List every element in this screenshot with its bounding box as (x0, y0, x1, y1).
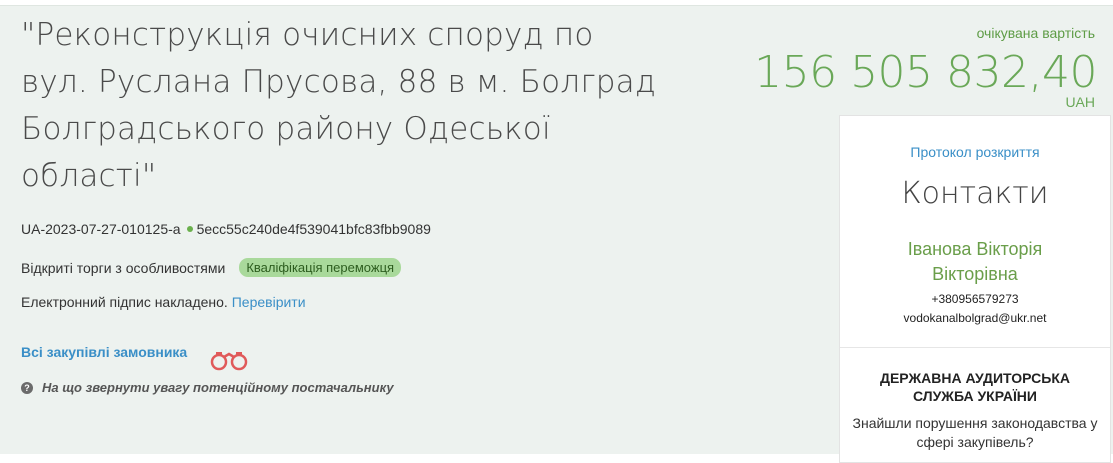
procedure-row: Відкриті торги з особливостями Кваліфіка… (21, 258, 402, 277)
contacts-title: Контакти (901, 176, 1049, 211)
currency-label: UAH (1065, 94, 1095, 110)
all-purchases-link[interactable]: Всі закупівлі замовника (21, 344, 187, 360)
signature-text: Електронний підпис накладено. (21, 294, 228, 310)
tender-identifiers: UA-2023-07-27-010125-a 5ecc55c240de4f5390… (21, 221, 431, 237)
verify-signature-link[interactable]: Перевірити (232, 294, 306, 310)
status-dot-icon (186, 226, 193, 233)
audit-service-title: ДЕРЖАВНА АУДИТОРСЬКА СЛУЖБА УКРАЇНИ (880, 370, 1070, 404)
protocol-link[interactable]: Протокол розкриття (840, 144, 1110, 160)
expected-value-label: очікувана вартість (976, 25, 1095, 41)
signature-row: Електронний підпис накладено. Перевірити (21, 294, 306, 310)
tender-id: UA-2023-07-27-010125-a (21, 221, 181, 237)
audit-service-text: Знайшли порушення законодавства у сфері … (852, 415, 1098, 450)
status-badge: Кваліфікація переможця (239, 258, 402, 277)
contact-name: Іванова Вікторія Вікторівна (907, 239, 1043, 284)
question-circle-icon: ? (21, 381, 33, 394)
supplier-hint[interactable]: ? На що звернути увагу потенційному пост… (21, 380, 394, 395)
contact-email: vodokanalbolgrad@ukr.net (903, 311, 1047, 325)
procedure-type: Відкриті торги з особливостями (21, 259, 226, 276)
contact-phone: +380956579273 (931, 292, 1019, 306)
binoculars-icon[interactable] (207, 348, 251, 372)
expected-value-amount: 156 505 832,40 (754, 47, 1097, 98)
supplier-hint-text[interactable]: На що звернути увагу потенційному постач… (42, 380, 394, 395)
tender-hash: 5ecc55c240de4f539041bfc83fbb9089 (196, 221, 431, 237)
tender-title: "Реконструкція очисних споруд по вул. Ру… (21, 17, 657, 194)
contacts-panel: Протокол розкриття Контакти Іванова Вікт… (839, 115, 1111, 463)
panel-divider (840, 347, 1110, 348)
